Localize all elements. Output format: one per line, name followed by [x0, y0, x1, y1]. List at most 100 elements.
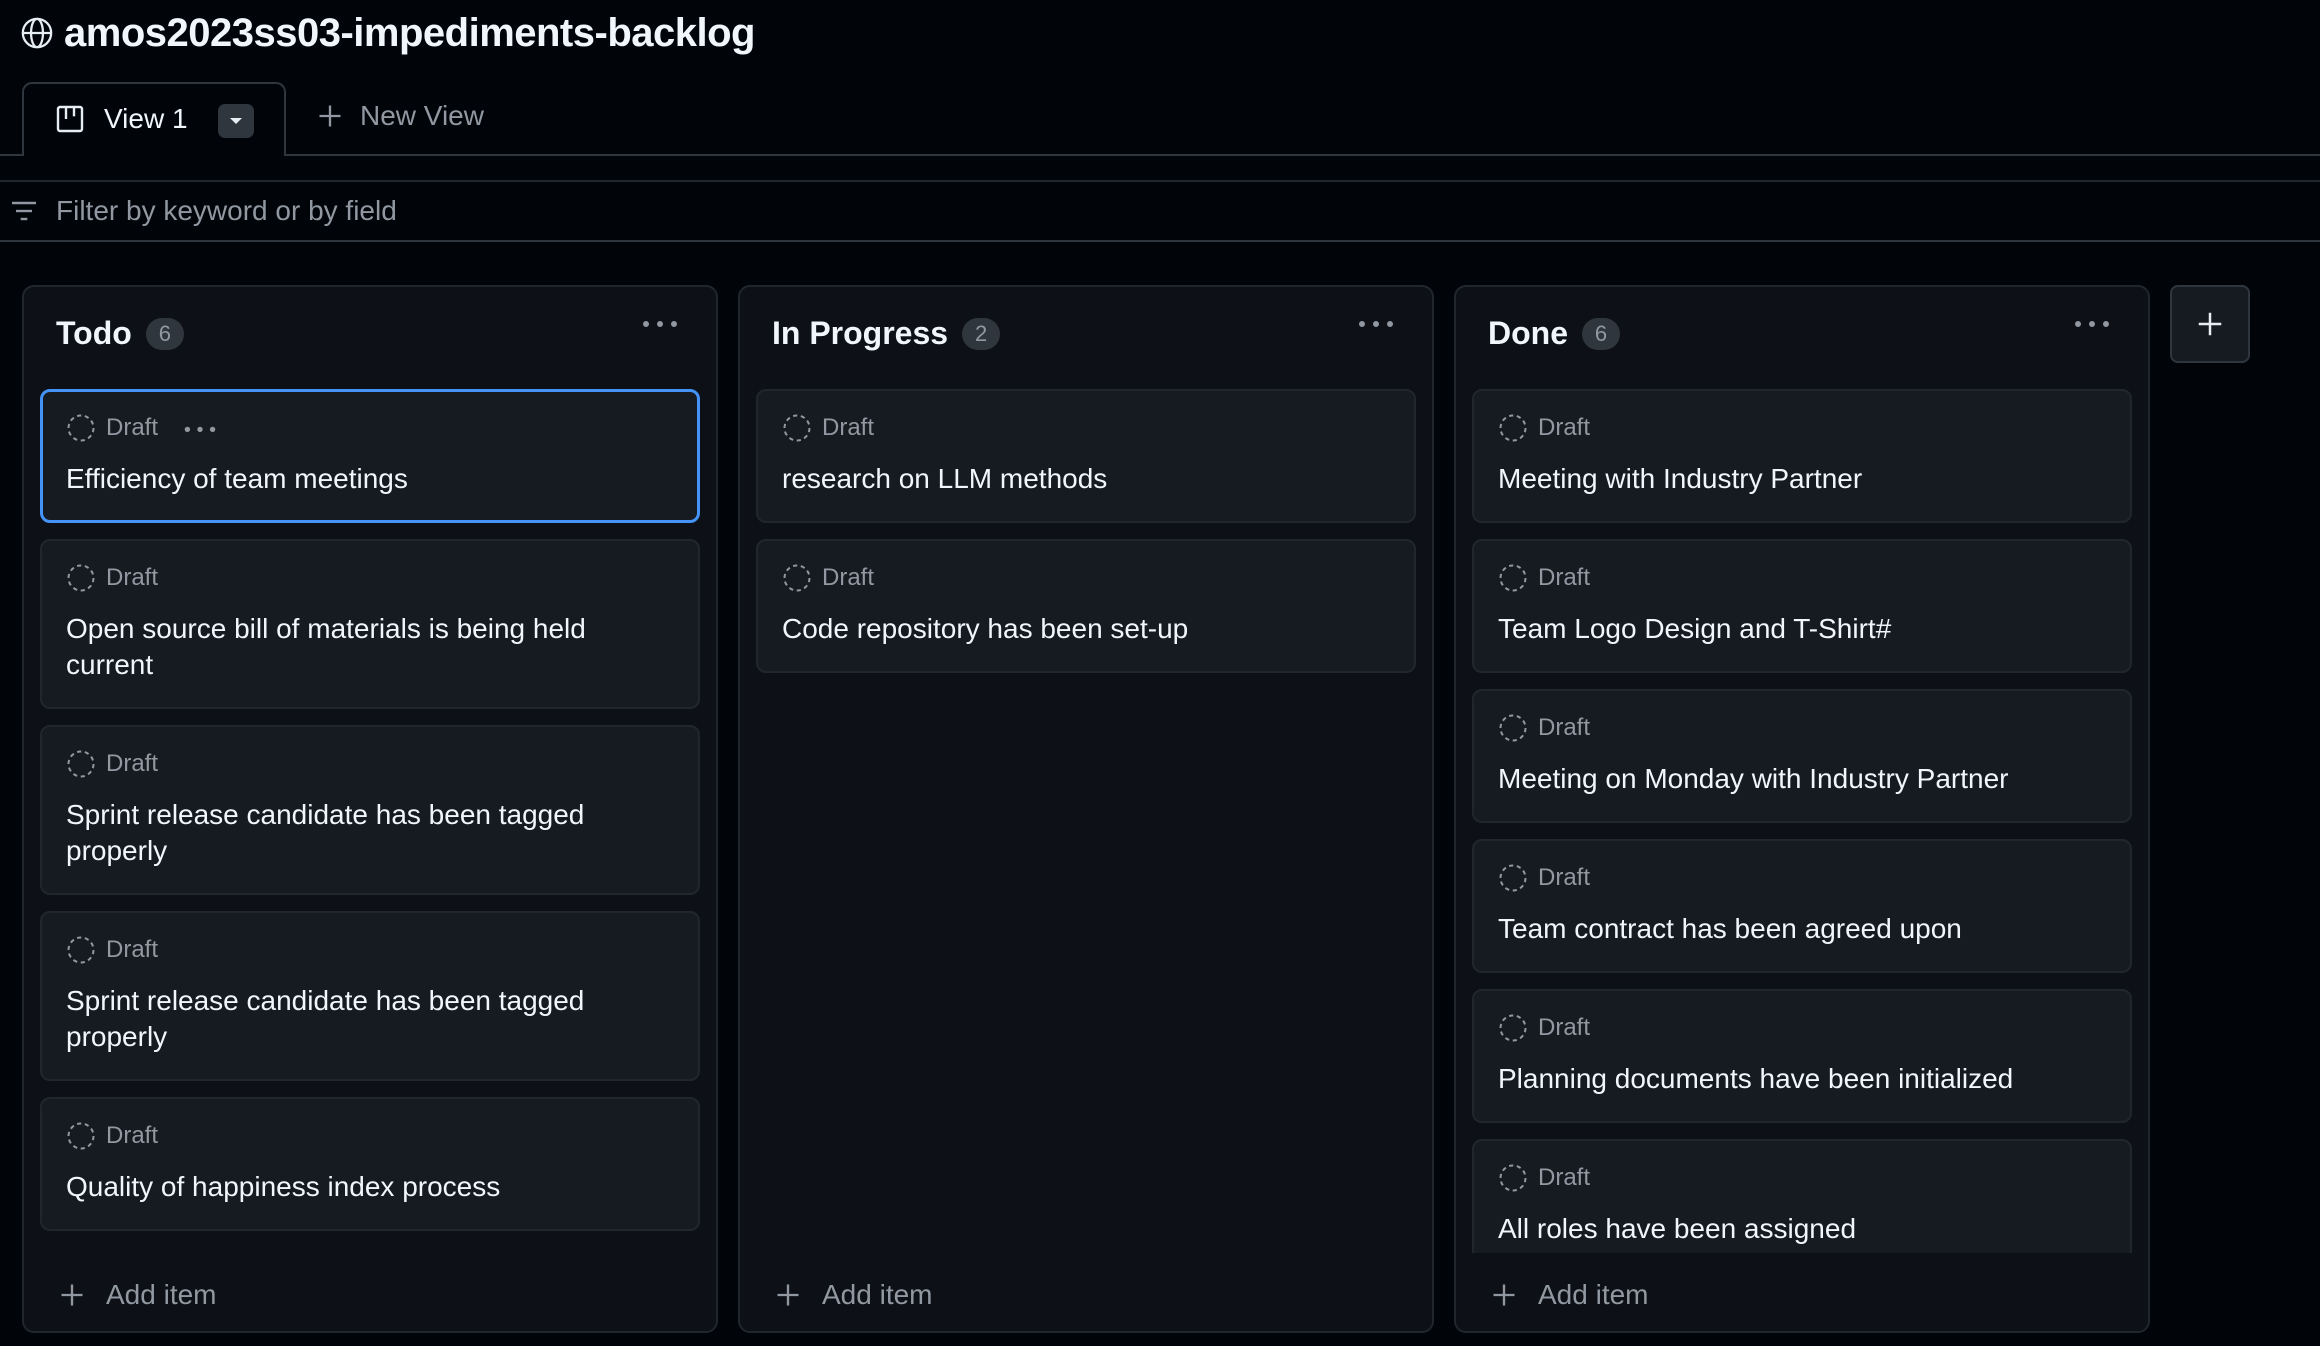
card-meta: Draft — [1498, 863, 2106, 893]
view-options-button[interactable] — [218, 104, 254, 138]
card-meta: Draft — [1498, 1163, 2106, 1193]
draft-label: Draft — [1538, 864, 1591, 891]
draft-card[interactable]: Draft Sprint release candidate has been t… — [40, 725, 700, 895]
draft-label: Draft — [106, 414, 159, 441]
card-list: Draft research on LLM methods Draft Code re… — [756, 389, 1416, 1253]
card-title[interactable]: All roles have been assigned — [1498, 1211, 2106, 1247]
card-meta: Draft — [1498, 563, 2106, 593]
draft-label: Draft — [1538, 714, 1591, 741]
draft-card[interactable]: Draft Code repository has been set-up — [756, 539, 1416, 673]
card-title[interactable]: Code repository has been set-up — [782, 611, 1390, 647]
card-list: Draft Meeting with Industry Partner Draft T… — [1472, 389, 2132, 1253]
card-meta: Draft — [782, 563, 1390, 593]
filter-icon — [12, 201, 36, 221]
draft-label: Draft — [106, 1122, 159, 1149]
plus-icon — [1490, 1281, 1518, 1309]
column-menu-icon[interactable] — [2072, 317, 2112, 337]
draft-label: Draft — [1538, 1014, 1591, 1041]
new-view-button[interactable]: New View — [316, 100, 484, 132]
draft-card[interactable]: Draft Efficiency of team meetings — [40, 389, 700, 523]
draft-icon — [1498, 1013, 1528, 1043]
card-title[interactable]: Sprint release candidate has been tagged… — [66, 983, 674, 1055]
draft-icon — [1498, 413, 1528, 443]
add-item-button[interactable]: Add item — [58, 1279, 217, 1311]
filter-bar[interactable]: Filter by keyword or by field — [0, 180, 2320, 242]
card-title[interactable]: Meeting on Monday with Industry Partner — [1498, 761, 2106, 797]
card-title[interactable]: Team Logo Design and T-Shirt# — [1498, 611, 2106, 647]
card-list: Draft Efficiency of team meetings Draft Ope… — [40, 389, 700, 1253]
card-meta: Draft — [1498, 713, 2106, 743]
board-icon — [56, 105, 84, 133]
draft-icon — [66, 563, 96, 593]
plus-icon — [319, 105, 341, 127]
card-meta: Draft — [1498, 1013, 2106, 1043]
tab-view-1[interactable]: View 1 — [22, 82, 286, 157]
project-title: amos2023ss03-impediments-backlog — [64, 10, 755, 55]
card-meta: Draft — [66, 563, 674, 593]
card-title[interactable]: Planning documents have been initialized — [1498, 1061, 2106, 1097]
draft-label: Draft — [106, 936, 159, 963]
column-menu-icon[interactable] — [1356, 317, 1396, 337]
draft-icon — [66, 1121, 96, 1151]
card-title[interactable]: Efficiency of team meetings — [66, 461, 674, 497]
column-title: In Progress — [772, 315, 949, 351]
card-title[interactable]: Sprint release candidate has been tagged… — [66, 797, 674, 869]
plus-icon — [774, 1281, 802, 1309]
draft-card[interactable]: Draft Team Logo Design and T-Shirt# — [1472, 539, 2132, 673]
column-menu-icon[interactable] — [640, 317, 680, 337]
card-title[interactable]: Open source bill of materials is being h… — [66, 611, 674, 683]
draft-card[interactable]: Draft research on LLM methods — [756, 389, 1416, 523]
project-header: amos2023ss03-impediments-backlog — [20, 8, 755, 58]
column-title: Todo — [56, 315, 132, 351]
draft-icon — [782, 563, 812, 593]
draft-card[interactable]: Draft Meeting with Industry Partner — [1472, 389, 2132, 523]
chevron-down-icon — [230, 118, 242, 124]
draft-icon — [66, 413, 96, 443]
column-title: Done — [1488, 315, 1568, 351]
column-done: Done 6 Draft Meeting with Industry Partner D… — [1454, 285, 2150, 1333]
plus-icon — [2198, 312, 2222, 336]
card-title[interactable]: Quality of happiness index process — [66, 1169, 674, 1205]
draft-label: Draft — [1538, 1164, 1591, 1191]
column-todo: Todo 6 Draft Efficiency of team meetings Dra… — [22, 285, 718, 1333]
draft-icon — [782, 413, 812, 443]
card-meta: Draft — [66, 749, 674, 779]
draft-label: Draft — [822, 414, 875, 441]
draft-icon — [1498, 563, 1528, 593]
card-title[interactable]: research on LLM methods — [782, 461, 1390, 497]
draft-label: Draft — [106, 564, 159, 591]
card-menu-icon[interactable] — [182, 422, 218, 434]
draft-icon — [1498, 863, 1528, 893]
draft-card[interactable]: Draft Quality of happiness index process — [40, 1097, 700, 1231]
column-header: Todo 6 — [56, 315, 184, 352]
column-in-progress: In Progress 2 Draft research on LLM methods… — [738, 285, 1434, 1333]
card-title[interactable]: Team contract has been agreed upon — [1498, 911, 2106, 947]
globe-icon — [21, 17, 53, 49]
draft-label: Draft — [106, 750, 159, 777]
draft-card[interactable]: Draft All roles have been assigned — [1472, 1139, 2132, 1253]
draft-card[interactable]: Draft Meeting on Monday with Industry Par… — [1472, 689, 2132, 823]
draft-label: Draft — [822, 564, 875, 591]
draft-card[interactable]: Draft Team contract has been agreed upon — [1472, 839, 2132, 973]
plus-icon — [58, 1281, 86, 1309]
filter-input[interactable]: Filter by keyword or by field — [56, 195, 397, 227]
draft-card[interactable]: Draft Sprint release candidate has been t… — [40, 911, 700, 1081]
card-meta: Draft — [66, 1121, 674, 1151]
draft-card[interactable]: Draft Planning documents have been initia… — [1472, 989, 2132, 1123]
card-meta: Draft — [782, 413, 1390, 443]
column-count-badge: 6 — [1582, 317, 1620, 350]
column-count-badge: 2 — [962, 317, 1001, 350]
add-item-label: Add item — [822, 1279, 933, 1310]
draft-card[interactable]: Draft Open source bill of materials is be… — [40, 539, 700, 709]
column-header: Done 6 — [1488, 315, 1620, 352]
new-view-label: New View — [360, 100, 484, 131]
add-item-button[interactable]: Add item — [774, 1279, 933, 1311]
draft-icon — [1498, 1163, 1528, 1193]
add-column-button[interactable] — [2170, 285, 2250, 363]
card-title[interactable]: Meeting with Industry Partner — [1498, 461, 2106, 497]
column-header: In Progress 2 — [772, 315, 1001, 352]
add-item-label: Add item — [106, 1279, 217, 1310]
add-item-button[interactable]: Add item — [1490, 1279, 1649, 1311]
view-tabs: View 1 New View — [0, 80, 2320, 157]
column-count-badge: 6 — [145, 317, 184, 350]
